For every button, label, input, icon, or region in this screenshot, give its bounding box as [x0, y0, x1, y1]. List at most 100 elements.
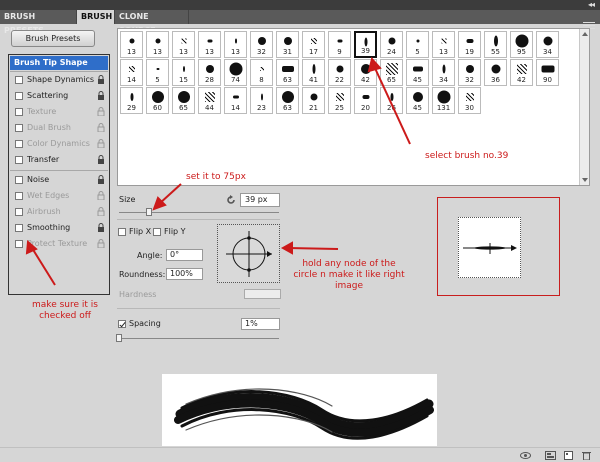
brush-tip-12[interactable]: 5	[406, 31, 429, 58]
lock-icon[interactable]	[97, 191, 105, 200]
brush-tip-32[interactable]: 36	[484, 59, 507, 86]
brush-tip-34[interactable]: 90	[536, 59, 559, 86]
hardness-input[interactable]	[244, 289, 281, 299]
spacing-slider-track[interactable]	[119, 338, 279, 339]
checkbox[interactable]	[15, 240, 23, 248]
brush-tip-45[interactable]: 26	[380, 87, 403, 114]
trash-icon[interactable]	[581, 451, 592, 460]
tab-brush-presets[interactable]: BRUSH PRESETS	[0, 10, 77, 35]
angle-input[interactable]: 0°	[166, 249, 203, 261]
brush-tip-25[interactable]: 41	[302, 59, 325, 86]
collapse-panel-icon[interactable]: ◂◂	[588, 0, 595, 10]
brush-tip-7[interactable]: 31	[276, 31, 299, 58]
brush-tip-21[interactable]: 28	[198, 59, 221, 86]
brush-tip-23[interactable]: 8	[250, 59, 273, 86]
brush-tip-5[interactable]: 13	[224, 31, 247, 58]
angle-roundness-preview[interactable]	[217, 224, 280, 283]
tab-clone-source[interactable]: CLONE SOURCE	[115, 10, 189, 35]
grid-scrollbar[interactable]	[579, 29, 589, 185]
brush-tip-10[interactable]: 39	[354, 31, 377, 58]
lock-icon[interactable]	[97, 223, 105, 232]
sidebar-item-dual-brush[interactable]: Dual Brush	[10, 121, 108, 135]
brush-tip-31[interactable]: 32	[458, 59, 481, 86]
brush-tip-40[interactable]: 23	[250, 87, 273, 114]
reset-size-icon[interactable]	[226, 195, 236, 205]
sidebar-item-brush-tip-shape[interactable]: Brush Tip Shape	[10, 56, 108, 70]
checkbox[interactable]	[15, 76, 23, 84]
brush-tip-28[interactable]: 65	[380, 59, 403, 86]
brush-tip-29[interactable]: 45	[406, 59, 429, 86]
brush-tip-39[interactable]: 14	[224, 87, 247, 114]
brush-tip-48[interactable]: 30	[458, 87, 481, 114]
brush-tip-26[interactable]: 22	[328, 59, 351, 86]
sidebar-item-shape-dynamics[interactable]: Shape Dynamics	[10, 73, 108, 87]
circle-node-icon[interactable]	[218, 225, 281, 284]
brush-tip-3[interactable]: 13	[172, 31, 195, 58]
brush-tip-38[interactable]: 44	[198, 87, 221, 114]
flip-x-checkbox[interactable]	[118, 228, 126, 236]
sidebar-item-texture[interactable]: Texture	[10, 105, 108, 119]
scroll-down-icon[interactable]	[582, 178, 588, 182]
brush-tip-17[interactable]: 34	[536, 31, 559, 58]
sidebar-item-protect-texture[interactable]: Protect Texture	[10, 237, 108, 251]
lock-icon[interactable]	[97, 239, 105, 248]
brush-tip-37[interactable]: 65	[172, 87, 195, 114]
lock-icon[interactable]	[97, 91, 105, 100]
brush-tip-20[interactable]: 15	[172, 59, 195, 86]
sidebar-item-scattering[interactable]: Scattering	[10, 89, 108, 103]
brush-tip-47[interactable]: 131	[432, 87, 455, 114]
lock-icon[interactable]	[97, 155, 105, 164]
checkbox[interactable]	[15, 192, 23, 200]
brush-tip-15[interactable]: 55	[484, 31, 507, 58]
brush-tip-24[interactable]: 63	[276, 59, 299, 86]
brush-tip-43[interactable]: 25	[328, 87, 351, 114]
sidebar-item-noise[interactable]: Noise	[10, 173, 108, 187]
brush-tip-35[interactable]: 29	[120, 87, 143, 114]
sidebar-item-wet-edges[interactable]: Wet Edges	[10, 189, 108, 203]
tab-brush[interactable]: BRUSH	[77, 10, 115, 24]
checkbox[interactable]	[15, 224, 23, 232]
brush-tip-8[interactable]: 17	[302, 31, 325, 58]
brush-tip-13[interactable]: 13	[432, 31, 455, 58]
toggle-panel-icon[interactable]	[545, 451, 556, 460]
checkbox[interactable]	[15, 108, 23, 116]
checkbox[interactable]	[15, 124, 23, 132]
lock-icon[interactable]	[97, 139, 105, 148]
sidebar-item-airbrush[interactable]: Airbrush	[10, 205, 108, 219]
checkbox[interactable]	[15, 176, 23, 184]
brush-tip-27[interactable]: 42	[354, 59, 377, 86]
lock-icon[interactable]	[97, 175, 105, 184]
flip-y-checkbox[interactable]	[153, 228, 161, 236]
brush-tip-6[interactable]: 32	[250, 31, 273, 58]
brush-tip-36[interactable]: 60	[146, 87, 169, 114]
new-preset-icon[interactable]	[563, 451, 574, 460]
brush-tip-4[interactable]: 13	[198, 31, 221, 58]
brush-tip-33[interactable]: 42	[510, 59, 533, 86]
spacing-slider-knob[interactable]	[116, 334, 122, 342]
checkbox[interactable]	[15, 92, 23, 100]
eye-icon[interactable]	[520, 451, 531, 460]
brush-tip-16[interactable]: 95	[510, 31, 533, 58]
brush-tip-9[interactable]: 9	[328, 31, 351, 58]
brush-tip-44[interactable]: 20	[354, 87, 377, 114]
sidebar-item-color-dynamics[interactable]: Color Dynamics	[10, 137, 108, 151]
size-slider-knob[interactable]	[146, 208, 152, 216]
spacing-input[interactable]: 1%	[241, 318, 280, 330]
sidebar-item-smoothing[interactable]: Smoothing	[10, 221, 108, 235]
brush-tip-42[interactable]: 21	[302, 87, 325, 114]
checkbox[interactable]	[15, 156, 23, 164]
brush-tip-2[interactable]: 13	[146, 31, 169, 58]
brush-tip-41[interactable]: 63	[276, 87, 299, 114]
brush-tip-1[interactable]: 13	[120, 31, 143, 58]
scroll-up-icon[interactable]	[582, 32, 588, 36]
brush-tip-46[interactable]: 45	[406, 87, 429, 114]
brush-tip-18[interactable]: 14	[120, 59, 143, 86]
spacing-checkbox[interactable]	[118, 320, 126, 328]
lock-icon[interactable]	[97, 75, 105, 84]
size-input[interactable]: 39 px	[240, 193, 280, 207]
checkbox[interactable]	[15, 140, 23, 148]
brush-tip-19[interactable]: 5	[146, 59, 169, 86]
brush-tip-11[interactable]: 24	[380, 31, 403, 58]
lock-icon[interactable]	[97, 107, 105, 116]
lock-icon[interactable]	[97, 123, 105, 132]
